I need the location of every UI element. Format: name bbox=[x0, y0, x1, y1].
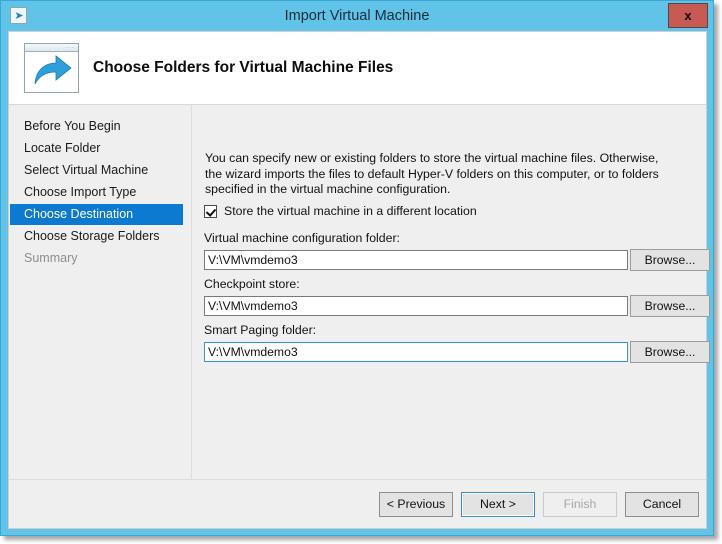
import-arrow-icon: ··· bbox=[24, 43, 79, 93]
page-header: ··· Choose Folders for Virtual Machine F… bbox=[9, 32, 706, 105]
finish-button: Finish bbox=[543, 492, 617, 517]
window-frame: ➤ Import Virtual Machine x ··· Choose Fo… bbox=[0, 0, 714, 536]
window-title: Import Virtual Machine bbox=[1, 1, 713, 31]
sidebar-item-choose-import-type[interactable]: Choose Import Type bbox=[10, 182, 183, 203]
body-area: Before You Begin Locate Folder Select Vi… bbox=[9, 105, 706, 479]
description-text: You can specify new or existing folders … bbox=[205, 151, 675, 198]
store-different-location-checkbox-row[interactable]: Store the virtual machine in a different… bbox=[204, 203, 477, 219]
import-arrow-icon-dots: ··· bbox=[66, 46, 75, 51]
sidebar-item-locate-folder[interactable]: Locate Folder bbox=[10, 138, 183, 159]
sidebar-item-select-virtual-machine[interactable]: Select Virtual Machine bbox=[10, 160, 183, 181]
smart-paging-folder-browse-button[interactable]: Browse... bbox=[630, 341, 710, 363]
vm-config-folder-input[interactable] bbox=[204, 250, 628, 270]
close-button[interactable]: x bbox=[668, 3, 708, 28]
store-different-location-checkbox[interactable] bbox=[204, 205, 217, 218]
checkpoint-store-browse-button[interactable]: Browse... bbox=[630, 295, 710, 317]
vm-config-folder-browse-button[interactable]: Browse... bbox=[630, 249, 710, 271]
import-arrow-icon-glyph bbox=[31, 54, 73, 88]
content-pane: You can specify new or existing folders … bbox=[193, 105, 706, 479]
smart-paging-folder-input[interactable] bbox=[204, 342, 628, 362]
dialog-footer: < Previous Next > Finish Cancel bbox=[9, 479, 706, 528]
wizard-steps-sidebar: Before You Begin Locate Folder Select Vi… bbox=[9, 105, 192, 479]
store-different-location-label: Store the virtual machine in a different… bbox=[224, 204, 477, 218]
import-virtual-machine-window: ➤ Import Virtual Machine x ··· Choose Fo… bbox=[0, 0, 722, 544]
smart-paging-folder-label: Smart Paging folder: bbox=[204, 323, 316, 337]
checkpoint-store-label: Checkpoint store: bbox=[204, 277, 300, 291]
vm-config-folder-label: Virtual machine configuration folder: bbox=[204, 231, 400, 245]
sidebar-item-before-you-begin[interactable]: Before You Begin bbox=[10, 116, 183, 137]
sidebar-item-summary: Summary bbox=[10, 248, 183, 269]
next-button[interactable]: Next > bbox=[461, 492, 535, 517]
sidebar-item-choose-destination[interactable]: Choose Destination bbox=[10, 204, 183, 225]
page-title: Choose Folders for Virtual Machine Files bbox=[93, 59, 393, 77]
checkpoint-store-input[interactable] bbox=[204, 296, 628, 316]
sidebar-item-choose-storage-folders[interactable]: Choose Storage Folders bbox=[10, 226, 183, 247]
title-bar: ➤ Import Virtual Machine x bbox=[1, 1, 713, 31]
cancel-button[interactable]: Cancel bbox=[625, 492, 699, 517]
previous-button[interactable]: < Previous bbox=[379, 492, 453, 517]
client-area: ··· Choose Folders for Virtual Machine F… bbox=[8, 31, 707, 529]
